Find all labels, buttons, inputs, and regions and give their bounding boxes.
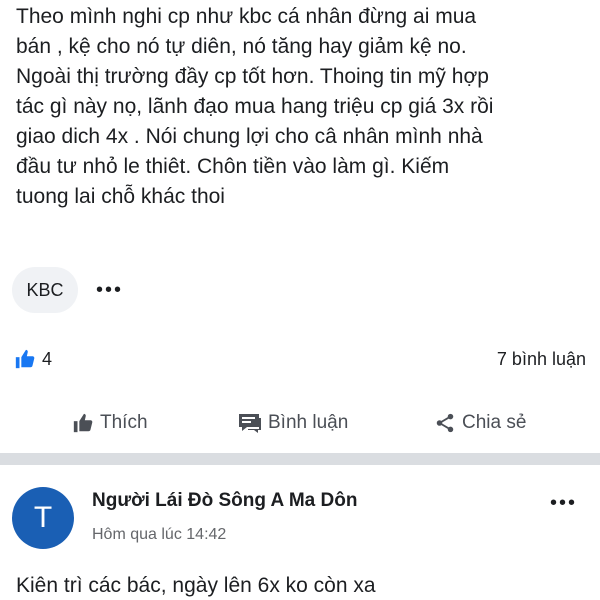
comment-text: Kiên trì các bác, ngày lên 6x ko còn xa [16, 574, 376, 597]
tag-chip-kbc[interactable]: KBC [12, 267, 78, 313]
reaction-stats: 4 7 bình luận [14, 344, 586, 374]
share-button[interactable]: Chia sẻ [434, 412, 526, 434]
share-button-label: Chia sẻ [462, 412, 527, 433]
share-icon [436, 413, 454, 433]
action-bar: Thích Bình luận Chia sẻ [0, 404, 600, 442]
like-summary[interactable]: 4 [14, 348, 52, 370]
like-button[interactable]: Thích [72, 412, 148, 434]
thumbs-up-icon [15, 349, 35, 369]
post-more-icon[interactable]: ••• [96, 280, 123, 300]
tag-row: KBC ••• [12, 267, 123, 313]
comment-button[interactable]: Bình luận [238, 412, 348, 434]
comment-button-label: Bình luận [268, 412, 349, 433]
like-count: 4 [42, 348, 53, 369]
speech-bubble-icon [239, 414, 261, 433]
thumbs-up-outline-icon [73, 413, 93, 433]
comment-timestamp: Hôm qua lúc 14:42 [92, 526, 227, 543]
comment-more-icon[interactable]: ••• [550, 492, 577, 515]
avatar[interactable]: T [12, 487, 74, 549]
section-divider [0, 453, 600, 465]
post-text: Theo mình nghi cp như kbc cá nhân đừng a… [16, 5, 494, 208]
like-button-label: Thích [100, 412, 148, 433]
comment-author-name[interactable]: Người Lái Đò Sông A Ma Dôn [92, 490, 357, 512]
comment-count-link[interactable]: 7 bình luận [497, 349, 586, 370]
